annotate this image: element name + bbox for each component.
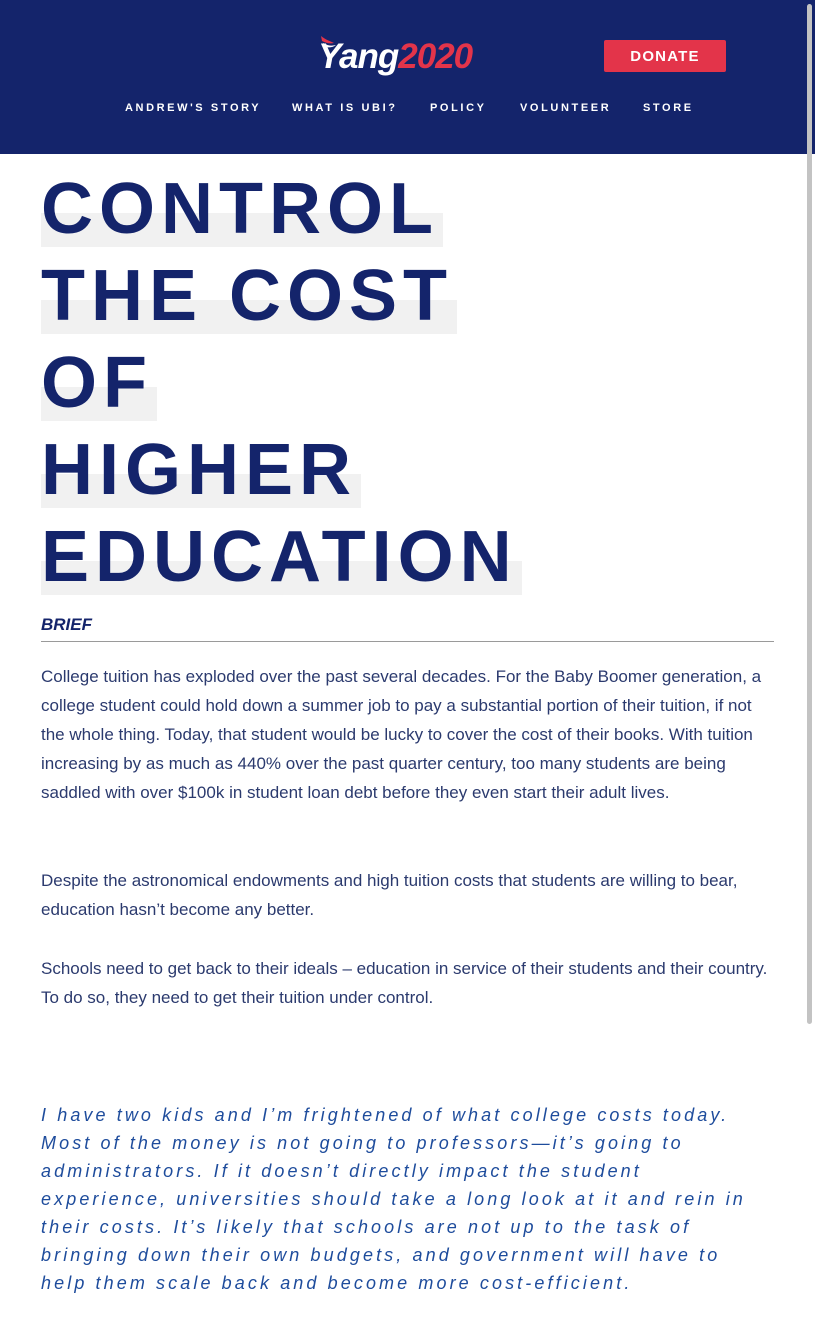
title-line: CONTROL bbox=[41, 171, 443, 247]
brief-paragraph: Schools need to get back to their ideals… bbox=[41, 959, 768, 1007]
title-line: HIGHER bbox=[41, 432, 362, 508]
brief-paragraph: College tuition has exploded over the pa… bbox=[41, 667, 762, 802]
nav-volunteer[interactable]: VOLUNTEER bbox=[520, 101, 611, 115]
bird-icon bbox=[321, 36, 336, 48]
nav-what-is-ubi[interactable]: WHAT IS UBI? bbox=[292, 101, 398, 115]
title-line: OF bbox=[41, 345, 157, 421]
nav-andrews-story[interactable]: ANDREW'S STORY bbox=[125, 101, 261, 115]
nav-store[interactable]: STORE bbox=[643, 101, 694, 115]
donate-button[interactable]: DONATE bbox=[604, 40, 726, 72]
page-title: CONTROL THE COST OF HIGHER EDUCATION bbox=[41, 166, 522, 601]
site-header: Yang 2020 DONATE ANDREW'S STORY WHAT IS U… bbox=[0, 0, 815, 154]
yang2020-logo[interactable]: Yang 2020 bbox=[318, 34, 473, 80]
title-line: EDUCATION bbox=[41, 519, 522, 595]
title-line: THE COST bbox=[41, 258, 458, 334]
pull-quote: I have two kids and I’m frightened of wh… bbox=[41, 1105, 746, 1293]
main-nav: ANDREW'S STORY WHAT IS UBI? POLICY VOLUN… bbox=[0, 101, 815, 115]
section-label-brief: BRIEF bbox=[41, 614, 774, 642]
logo-year: 2020 bbox=[398, 37, 473, 76]
brief-paragraph: Despite the astronomical endowments and … bbox=[41, 871, 738, 919]
nav-policy[interactable]: POLICY bbox=[430, 101, 487, 115]
scrollbar[interactable] bbox=[807, 4, 812, 1024]
